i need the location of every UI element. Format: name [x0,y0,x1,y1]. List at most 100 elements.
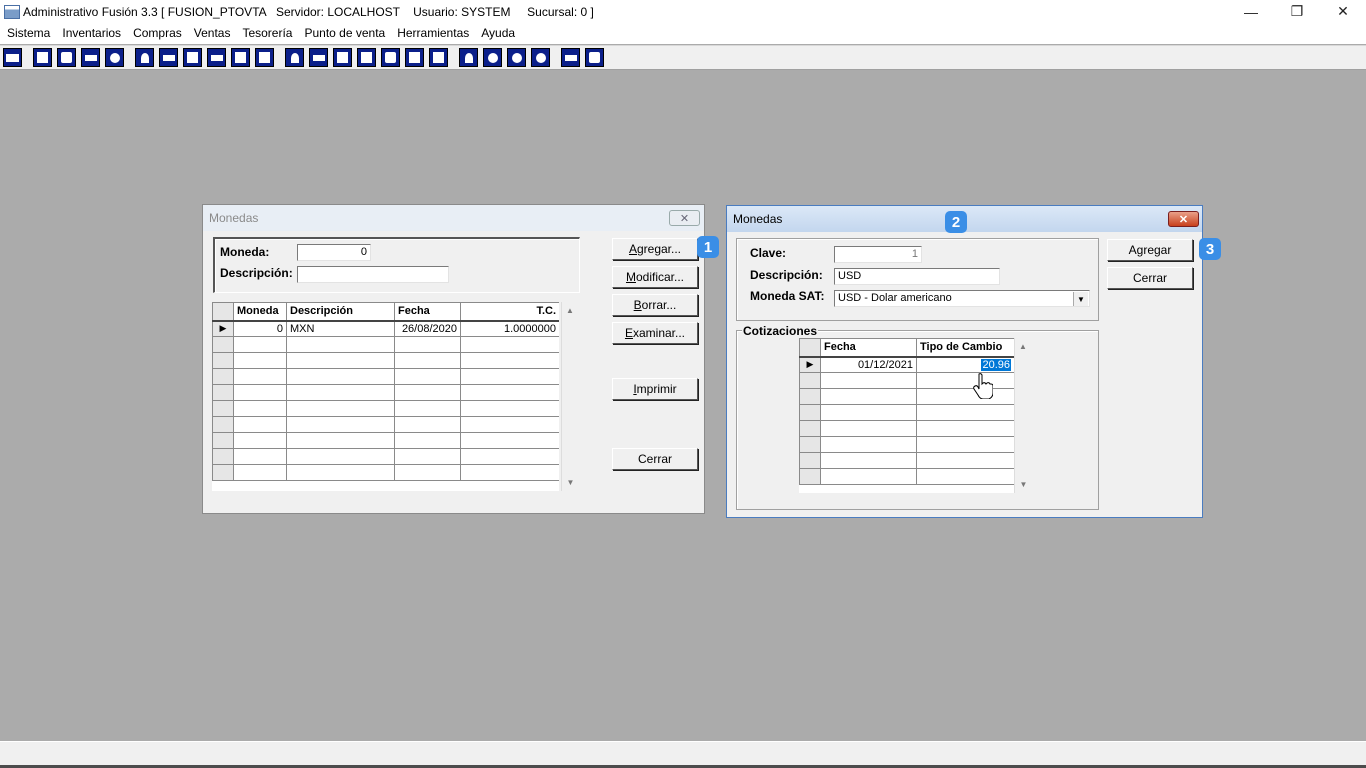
menu-inventarios[interactable]: Inventarios [56,24,127,43]
close-icon[interactable]: ✕ [669,210,700,226]
tipo-cambio-value[interactable]: 20.96 [981,358,1011,371]
copy-icon[interactable] [33,48,52,67]
examinar-button[interactable]: Examinar... [612,322,698,344]
column-header-tipo-cambio[interactable]: Tipo de Cambio [916,338,1014,358]
table-row[interactable] [212,416,559,433]
table-header-row: Fecha Tipo de Cambio [799,338,1014,358]
scroll-up-icon[interactable]: ▲ [1015,338,1031,355]
table-row[interactable] [212,400,559,417]
row-indicator: ▶ [212,320,234,337]
cotizaciones-table: Fecha Tipo de Cambio ▶ 01/12/2021 20.96 [799,338,1014,485]
monedas-list-dialog: Monedas ✕ Moneda: 0 Descripción: Moneda … [202,204,705,514]
cell-fecha[interactable]: 01/12/2021 [820,356,917,373]
scroll-down-icon[interactable]: ▼ [1015,476,1032,493]
folder-icon[interactable] [159,48,178,67]
undo-icon[interactable] [531,48,550,67]
table-row[interactable] [212,464,559,481]
monedas-table: Moneda Descripción Fecha T.C. ▶ 0 MXN 26… [212,302,559,481]
chevron-down-icon[interactable]: ▼ [1073,292,1088,306]
window-controls: — ❐ ✕ [1228,0,1366,23]
grid-scrollbar[interactable]: ▲ ▼ [1014,338,1031,493]
back-arrow-icon[interactable] [561,48,580,67]
cell-tc[interactable]: 1.0000000 [460,320,559,337]
moneda-sat-select[interactable]: USD - Dolar americano ▼ [834,290,1090,307]
descripcion-field[interactable]: USD [834,268,1000,285]
table-row[interactable] [212,432,559,449]
table-row[interactable] [212,448,559,465]
moneda-field[interactable]: 0 [297,244,371,261]
moneda-sat-label: Moneda SAT: [750,289,825,303]
users-icon[interactable] [285,48,304,67]
table-row[interactable]: ▶ 0 MXN 26/08/2020 1.0000000 [212,320,559,337]
imprimir-button[interactable]: Imprimir [612,378,698,400]
list-icon[interactable] [255,48,274,67]
status-bar [0,741,1366,768]
zoom-icon[interactable] [483,48,502,67]
table-row[interactable] [799,404,1014,421]
menu-punto-de-venta[interactable]: Punto de venta [298,24,391,43]
close-icon[interactable]: ✕ [1320,0,1366,23]
table-row[interactable] [799,468,1014,485]
add-icon[interactable] [357,48,376,67]
document-icon[interactable] [231,48,250,67]
home-icon[interactable] [459,48,478,67]
close-icon[interactable]: ✕ [1168,211,1199,227]
table-header-row: Moneda Descripción Fecha T.C. [212,302,559,322]
step-badge-2: 2 [945,211,967,233]
grid-scrollbar[interactable]: ▲ ▼ [561,302,578,491]
cell-tipo-cambio[interactable]: 20.96 [916,356,1014,373]
menu-ventas[interactable]: Ventas [188,24,237,43]
moneda-label: Moneda: [220,245,270,259]
refresh-icon[interactable] [507,48,526,67]
descripcion-label: Descripción: [220,266,293,280]
transfer-icon[interactable] [81,48,100,67]
clipboard-icon[interactable] [57,48,76,67]
table-row[interactable] [212,368,559,385]
cell-moneda[interactable]: 0 [233,320,287,337]
column-header-descripcion[interactable]: Descripción [286,302,395,322]
scroll-up-icon[interactable]: ▲ [562,302,578,319]
box-icon[interactable] [309,48,328,67]
report-icon[interactable] [405,48,424,67]
cell-fecha[interactable]: 26/08/2020 [394,320,461,337]
column-header-fecha[interactable]: Fecha [394,302,461,322]
cell-descripcion[interactable]: MXN [286,320,395,337]
row-indicator-header [799,338,821,358]
user-icon[interactable] [135,48,154,67]
dollar-icon[interactable] [381,48,400,67]
import-icon[interactable] [183,48,202,67]
column-header-fecha[interactable]: Fecha [820,338,917,358]
column-header-tc[interactable]: T.C. [460,302,559,322]
table-row[interactable]: ▶ 01/12/2021 20.96 [799,356,1014,373]
export-icon[interactable] [333,48,352,67]
table-row[interactable] [799,420,1014,437]
menu-tesoreria[interactable]: Tesorería [236,24,298,43]
clave-field[interactable]: 1 [834,246,922,263]
modificar-button[interactable]: Modificar... [612,266,698,288]
help-icon[interactable] [585,48,604,67]
cerrar-button[interactable]: Cerrar [612,448,698,470]
menu-herramientas[interactable]: Herramientas [391,24,475,43]
calculator-icon[interactable] [3,48,22,67]
table-icon[interactable] [429,48,448,67]
app-title-bar: Administrativo Fusión 3.3 [ FUSION_PTOVT… [0,0,1366,23]
table-row[interactable] [212,352,559,369]
menu-ayuda[interactable]: Ayuda [475,24,521,43]
agregar-button[interactable]: Agregar [1107,239,1193,261]
menu-sistema[interactable]: Sistema [1,24,56,43]
printer-icon[interactable] [207,48,226,67]
table-row[interactable] [212,336,559,353]
agregar-button[interactable]: Agregar... [612,238,698,260]
table-row[interactable] [212,384,559,401]
scroll-down-icon[interactable]: ▼ [562,474,579,491]
search-icon[interactable] [105,48,124,67]
menu-compras[interactable]: Compras [127,24,188,43]
borrar-button[interactable]: Borrar... [612,294,698,316]
table-row[interactable] [799,436,1014,453]
descripcion-field[interactable] [297,266,449,283]
restore-icon[interactable]: ❐ [1274,0,1320,23]
column-header-moneda[interactable]: Moneda [233,302,287,322]
minimize-icon[interactable]: — [1228,0,1274,23]
table-row[interactable] [799,452,1014,469]
cerrar-button[interactable]: Cerrar [1107,267,1193,289]
